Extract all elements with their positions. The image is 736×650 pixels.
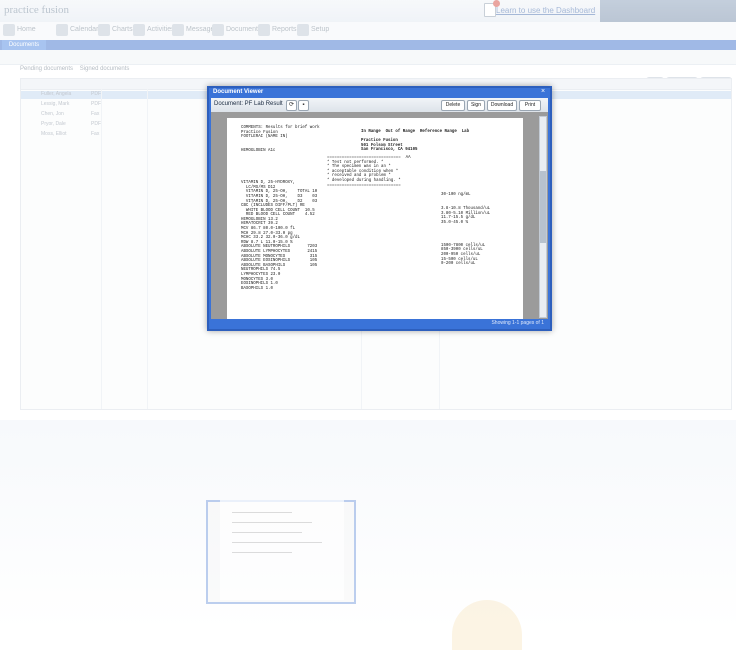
toolbar-documents[interactable]: Documents <box>226 26 261 33</box>
report-notice-box: ============================== AA * Test… <box>327 156 411 188</box>
reflection-line <box>232 552 292 553</box>
messages-icon[interactable] <box>172 24 184 36</box>
document-area: COMMENTS: Results for brief work Practic… <box>211 112 548 319</box>
reflection-line <box>232 542 322 543</box>
subtab-pending[interactable]: Pending documents <box>20 66 73 72</box>
print-button[interactable]: Print <box>519 100 541 111</box>
report-reference-ranges: 30-100 ng/mL 3.8-10.8 Thousand/uL 3.80-5… <box>441 193 491 267</box>
subtabs: Pending documents Signed documents <box>20 66 129 72</box>
dialog-footer: Showing 1-1 pages of 1 <box>211 319 548 327</box>
top-bar: practice fusion Learn to use the Dashboa… <box>0 0 736 23</box>
reflection-line <box>232 512 292 513</box>
subtab-signed[interactable]: Signed documents <box>80 66 130 72</box>
reflection-paper <box>220 500 344 600</box>
vertical-scrollbar[interactable] <box>539 116 547 318</box>
download-button[interactable]: Download <box>487 100 517 111</box>
toolbar-charts[interactable]: Charts <box>112 26 133 33</box>
filter-bar <box>0 50 736 65</box>
activities-icon[interactable] <box>133 24 145 36</box>
charts-icon[interactable] <box>98 24 110 36</box>
sign-button[interactable]: Sign <box>467 100 485 111</box>
document-viewer-dialog: Document Viewer × Document: PF Lab Resul… <box>207 86 552 331</box>
documents-icon[interactable] <box>212 24 224 36</box>
reflection-line <box>232 532 302 533</box>
calendar-icon[interactable] <box>56 24 68 36</box>
dialog-title: Document Viewer <box>213 89 264 95</box>
app-logo: practice fusion <box>4 4 70 16</box>
document-label: Document: PF Lab Result <box>214 101 283 107</box>
column-divider <box>147 89 148 409</box>
reports-icon[interactable] <box>258 24 270 36</box>
account-area <box>600 0 736 22</box>
close-icon[interactable]: × <box>539 88 547 96</box>
home-icon[interactable] <box>3 24 15 36</box>
trash-icon[interactable]: ▪ <box>298 100 309 111</box>
toolbar-reports[interactable]: Reports <box>272 26 297 33</box>
learn-dashboard-link[interactable]: Learn to use the Dashboard <box>496 6 595 15</box>
toolbar-activities[interactable]: Activities <box>147 26 175 33</box>
tab-strip <box>0 40 736 50</box>
dialog-toolbar: Document: PF Lab Result ⟳ ▪ Delete Sign … <box>211 98 548 112</box>
toolbar-setup[interactable]: Setup <box>311 26 329 33</box>
main-toolbar: Home Calendar Charts Activities Messages… <box>0 22 736 41</box>
setup-icon[interactable] <box>297 24 309 36</box>
tab-documents[interactable]: Documents <box>2 40 46 50</box>
delete-button[interactable]: Delete <box>441 100 465 111</box>
page-status: Showing 1-1 pages of 1 <box>491 320 544 326</box>
column-divider <box>101 89 102 409</box>
reflection-line <box>232 522 312 523</box>
document-page: COMMENTS: Results for brief work Practic… <box>227 118 523 319</box>
toolbar-calendar[interactable]: Calendar <box>70 26 98 33</box>
toolbar-home[interactable]: Home <box>17 26 36 33</box>
reflection-area <box>0 420 736 631</box>
scrollbar-thumb[interactable] <box>540 171 546 243</box>
report-left-column: COMMENTS: Results for brief work Practic… <box>241 126 320 291</box>
report-header: In Range Out of Range Reference Range La… <box>361 130 470 153</box>
refresh-icon[interactable]: ⟳ <box>286 100 297 111</box>
